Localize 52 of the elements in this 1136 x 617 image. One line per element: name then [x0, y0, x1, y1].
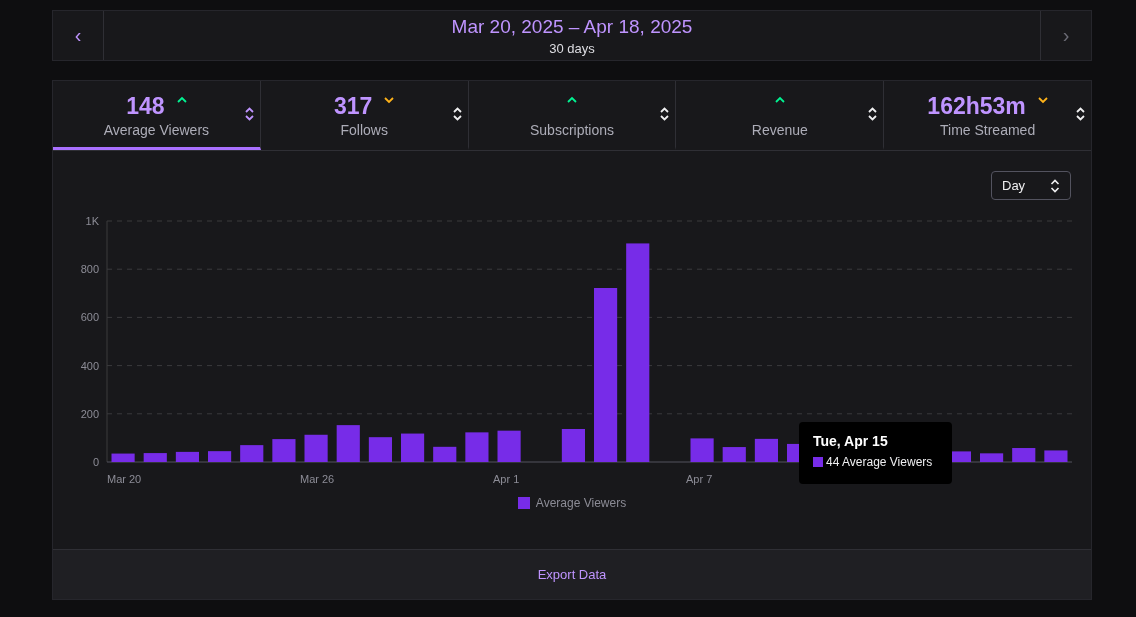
- x-axis-label: Apr 7: [686, 473, 713, 485]
- metric-tab[interactable]: Revenue: [676, 81, 885, 150]
- bar[interactable]: [272, 439, 296, 462]
- bar[interactable]: [690, 438, 714, 462]
- sort-icon: [660, 107, 670, 121]
- bar[interactable]: [1044, 450, 1068, 462]
- bar[interactable]: [143, 453, 167, 462]
- bar[interactable]: [401, 433, 425, 462]
- date-range-title: Mar 20, 2025 – Apr 18, 2025: [451, 15, 693, 38]
- bar[interactable]: [465, 432, 489, 462]
- y-axis-label: 200: [80, 407, 99, 420]
- interval-select[interactable]: Day: [991, 171, 1071, 200]
- bar[interactable]: [208, 451, 232, 462]
- y-axis-label: 600: [80, 311, 99, 324]
- bar[interactable]: [175, 451, 199, 462]
- chevron-up-down-icon: [1050, 178, 1060, 193]
- metric-tab[interactable]: 317 Follows: [260, 81, 469, 150]
- metric-tab[interactable]: Subscriptions: [468, 81, 677, 150]
- bar[interactable]: [336, 425, 360, 462]
- y-axis-label: 800: [80, 263, 99, 276]
- x-axis-label: Apr 1: [493, 473, 520, 485]
- date-range-length: 30 days: [549, 40, 595, 56]
- bar[interactable]: [240, 445, 264, 462]
- x-axis-label: Mar 20: [107, 473, 142, 485]
- bar[interactable]: [626, 243, 650, 462]
- bar[interactable]: [561, 429, 585, 462]
- bar[interactable]: [368, 437, 392, 462]
- sort-icon: [868, 107, 878, 121]
- sort-icon: [244, 107, 254, 121]
- bar[interactable]: [304, 434, 328, 462]
- bar[interactable]: [1012, 448, 1036, 462]
- metric-tab[interactable]: 148 Average Viewers: [53, 81, 261, 150]
- bar[interactable]: [722, 447, 746, 462]
- export-data-button[interactable]: Export Data: [531, 566, 613, 583]
- legend-label: Average Viewers: [535, 496, 627, 510]
- y-axis-label: 1K: [85, 215, 99, 227]
- tooltip-date: Tue, Apr 15: [813, 433, 889, 449]
- sort-icon: [1076, 107, 1085, 121]
- bar[interactable]: [497, 430, 521, 462]
- sort-icon: [452, 107, 462, 121]
- tooltip-value: 44 Average Viewers: [826, 455, 933, 469]
- bar[interactable]: [980, 453, 1004, 462]
- legend-swatch-icon: [813, 457, 823, 467]
- legend-swatch-icon: [517, 497, 530, 509]
- y-axis-label: 400: [80, 359, 99, 372]
- y-axis-label: 0: [92, 456, 99, 468]
- bar[interactable]: [433, 446, 457, 462]
- x-axis-label: Mar 26: [300, 473, 335, 485]
- bar[interactable]: [754, 438, 778, 462]
- bar[interactable]: [594, 288, 618, 462]
- metric-tab[interactable]: 162h53m Time Streamed: [884, 81, 1091, 150]
- bar[interactable]: [111, 453, 135, 462]
